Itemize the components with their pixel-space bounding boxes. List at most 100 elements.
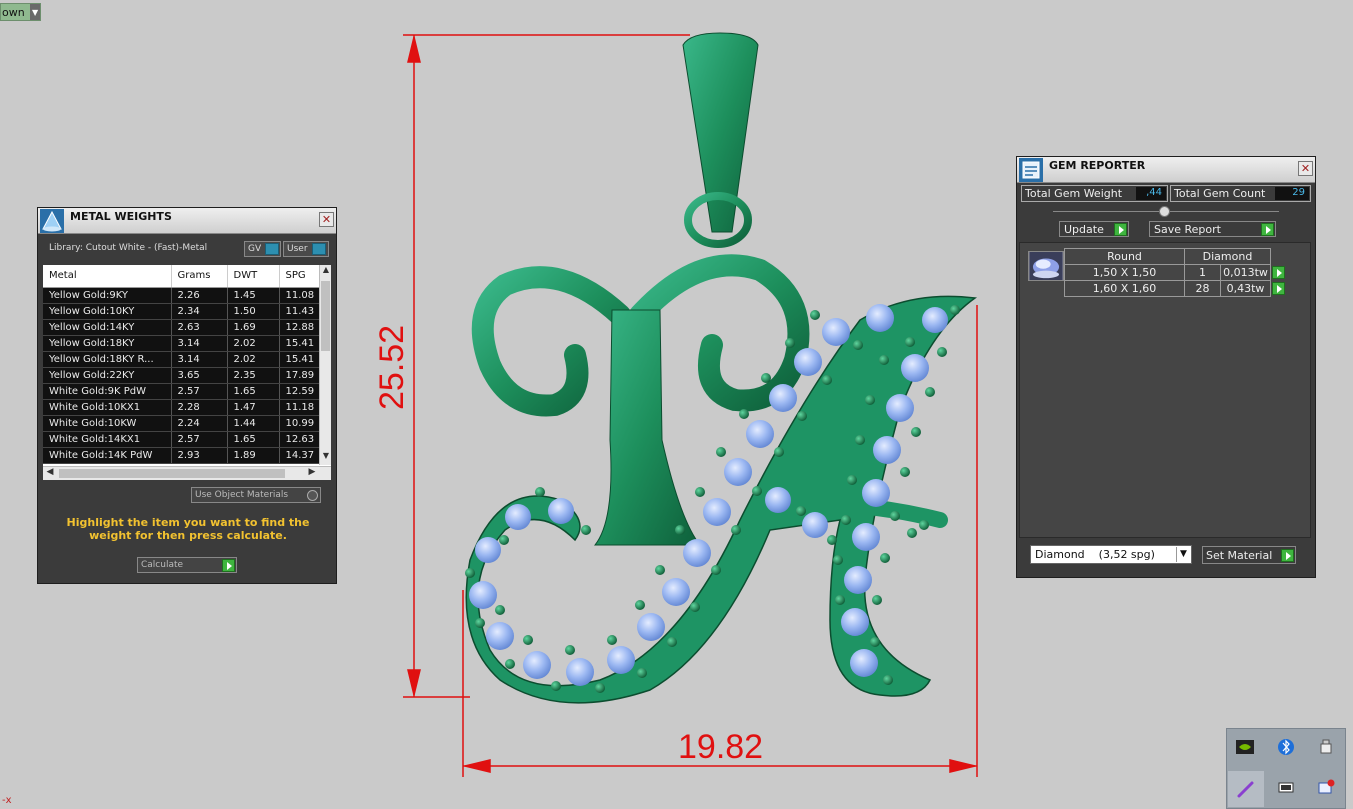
metal-table[interactable]: Metal Grams DWT SPG Yellow Gold:9KY 2.26 1… bbox=[43, 265, 320, 464]
gem-list-area[interactable]: Round Diamond 1,50 X 1,50 1 0,013tw 1,60 X … bbox=[1019, 242, 1311, 538]
cell-spg: 11.43 bbox=[279, 303, 320, 320]
save-report-button[interactable]: Save Report bbox=[1149, 221, 1276, 237]
calculate-label: Calculate bbox=[141, 560, 184, 570]
power-icon[interactable] bbox=[1274, 775, 1298, 799]
scroll-left-icon[interactable]: ◀ bbox=[43, 467, 57, 480]
cell-spg: 10.99 bbox=[279, 415, 320, 432]
close-icon[interactable]: ✕ bbox=[1298, 161, 1313, 176]
calculate-button[interactable] bbox=[222, 559, 235, 572]
gem-table[interactable]: Round Diamond 1,50 X 1,50 1 0,013tw 1,60 X … bbox=[1064, 248, 1287, 297]
dim-arrow-bottom bbox=[407, 669, 421, 696]
nvidia-icon[interactable] bbox=[1233, 735, 1257, 759]
flag-icon[interactable] bbox=[1314, 775, 1338, 799]
vscroll-thumb[interactable] bbox=[321, 281, 330, 351]
select-gem-button[interactable] bbox=[1272, 265, 1285, 279]
col-header-dwt[interactable]: DWT bbox=[227, 265, 280, 288]
gem-row-action bbox=[1271, 265, 1287, 281]
set-material-button[interactable]: Set Material bbox=[1202, 546, 1296, 564]
table-row[interactable]: Yellow Gold:14KY 2.63 1.69 12.88 bbox=[43, 319, 320, 336]
cell-spg: 11.08 bbox=[279, 287, 320, 304]
cell-metal: Yellow Gold:18KY bbox=[43, 335, 172, 352]
gem-row[interactable]: 1,50 X 1,50 1 0,013tw bbox=[1064, 264, 1287, 281]
cell-metal: White Gold:14KX1 bbox=[43, 431, 172, 448]
user-label: User bbox=[287, 244, 308, 254]
table-row[interactable]: Yellow Gold:18KY 3.14 2.02 15.41 bbox=[43, 335, 320, 352]
total-gem-count-field: Total Gem Count 29 bbox=[1170, 185, 1311, 202]
gv-label: GV bbox=[248, 244, 262, 254]
pendant-model[interactable] bbox=[465, 32, 978, 704]
scroll-right-icon[interactable]: ▶ bbox=[305, 467, 319, 480]
width-dimension-label: 19.82 bbox=[678, 728, 764, 766]
scroll-down-icon[interactable]: ▼ bbox=[320, 451, 331, 465]
cell-metal: White Gold:14K PdW bbox=[43, 447, 172, 464]
col-header-grams[interactable]: Grams bbox=[171, 265, 228, 288]
cell-metal: Yellow Gold:14KY bbox=[43, 319, 172, 336]
use-object-materials-label: Use Object Materials bbox=[195, 490, 289, 500]
table-row[interactable]: White Gold:9K PdW 2.57 1.65 12.59 bbox=[43, 383, 320, 400]
total-gem-count-value: 29 bbox=[1275, 187, 1309, 200]
select-gem-button[interactable] bbox=[1272, 281, 1285, 295]
set-material-go-icon[interactable] bbox=[1281, 549, 1294, 562]
pen-icon[interactable] bbox=[1228, 771, 1264, 807]
library-label: Library: Cutout White - (Fast)-Metal bbox=[49, 243, 208, 253]
total-gem-count-label: Total Gem Count bbox=[1174, 187, 1266, 200]
cell-dwt: 1.47 bbox=[227, 399, 280, 416]
metal-table-vscroll[interactable]: ▲ ▼ bbox=[319, 265, 331, 465]
cell-dwt: 1.45 bbox=[227, 287, 280, 304]
user-toggle-switch[interactable] bbox=[311, 243, 326, 255]
table-row[interactable]: Yellow Gold:9KY 2.26 1.45 11.08 bbox=[43, 287, 320, 304]
user-toggle[interactable]: User bbox=[283, 241, 329, 257]
table-row[interactable]: Yellow Gold:10KY 2.34 1.50 11.43 bbox=[43, 303, 320, 320]
material-select[interactable]: Diamond (3,52 spg) ▼ bbox=[1030, 545, 1192, 564]
splitter-knob[interactable] bbox=[1159, 206, 1170, 217]
cell-spg: 14.37 bbox=[279, 447, 320, 464]
dim-arrow-right bbox=[949, 759, 976, 773]
cell-dwt: 1.89 bbox=[227, 447, 280, 464]
metal-weights-titlebar[interactable]: METAL WEIGHTS ✕ bbox=[38, 208, 336, 234]
close-icon[interactable]: ✕ bbox=[319, 212, 334, 227]
gem-row[interactable]: 1,60 X 1,60 28 0,43tw bbox=[1064, 280, 1287, 297]
cell-spg: 12.59 bbox=[279, 383, 320, 400]
chevron-down-icon[interactable]: ▼ bbox=[1176, 547, 1190, 562]
metal-table-hscroll[interactable]: ◀ ▶ bbox=[43, 466, 331, 480]
col-header-spg[interactable]: SPG bbox=[279, 265, 320, 288]
save-report-label: Save Report bbox=[1154, 222, 1221, 236]
gem-size: 1,50 X 1,50 bbox=[1064, 264, 1185, 281]
gem-reporter-title: GEM REPORTER bbox=[1049, 159, 1146, 172]
bluetooth-icon[interactable] bbox=[1274, 735, 1298, 759]
col-header-metal[interactable]: Metal bbox=[43, 265, 172, 288]
total-gem-weight-label: Total Gem Weight bbox=[1025, 187, 1123, 200]
table-row[interactable]: Yellow Gold:18KY R... 3.14 2.02 15.41 bbox=[43, 351, 320, 368]
table-row[interactable]: White Gold:14KX1 2.57 1.65 12.63 bbox=[43, 431, 320, 448]
usb-icon[interactable] bbox=[1314, 735, 1338, 759]
scroll-up-icon[interactable]: ▲ bbox=[320, 265, 331, 279]
cell-grams: 3.14 bbox=[171, 351, 228, 368]
use-object-materials-radio[interactable] bbox=[307, 490, 318, 501]
cell-grams: 2.34 bbox=[171, 303, 228, 320]
gem-count: 28 bbox=[1184, 280, 1221, 297]
cell-dwt: 1.44 bbox=[227, 415, 280, 432]
metal-weights-icon bbox=[40, 208, 64, 233]
update-button[interactable]: Update bbox=[1059, 221, 1129, 237]
gv-toggle-switch[interactable] bbox=[265, 243, 280, 255]
left-scroll bbox=[471, 266, 631, 417]
cell-metal: Yellow Gold:22KY bbox=[43, 367, 172, 384]
table-row[interactable]: Yellow Gold:22KY 3.65 2.35 17.89 bbox=[43, 367, 320, 384]
system-tray-flyout bbox=[1226, 728, 1346, 809]
cell-dwt: 1.69 bbox=[227, 319, 280, 336]
table-row[interactable]: White Gold:14K PdW 2.93 1.89 14.37 bbox=[43, 447, 320, 464]
round-diamond-icon[interactable] bbox=[1028, 251, 1064, 281]
hscroll-thumb[interactable] bbox=[59, 469, 285, 478]
gv-toggle[interactable]: GV bbox=[244, 241, 281, 257]
metal-table-container[interactable]: Metal Grams DWT SPG Yellow Gold:9KY 2.26 1… bbox=[43, 265, 331, 480]
save-report-go-icon[interactable] bbox=[1261, 223, 1274, 236]
gem-reporter-titlebar[interactable]: GEM REPORTER ✕ bbox=[1017, 157, 1315, 183]
table-row[interactable]: White Gold:10KW 2.24 1.44 10.99 bbox=[43, 415, 320, 432]
use-object-materials-option[interactable]: Use Object Materials bbox=[191, 487, 321, 503]
update-go-icon[interactable] bbox=[1114, 223, 1127, 236]
calculate-control[interactable]: Calculate bbox=[137, 557, 237, 573]
right-scroll bbox=[629, 254, 810, 412]
metal-weights-hint: Highlight the item you want to find the … bbox=[66, 516, 310, 542]
table-row[interactable]: White Gold:10KX1 2.28 1.47 11.18 bbox=[43, 399, 320, 416]
cell-metal: Yellow Gold:10KY bbox=[43, 303, 172, 320]
